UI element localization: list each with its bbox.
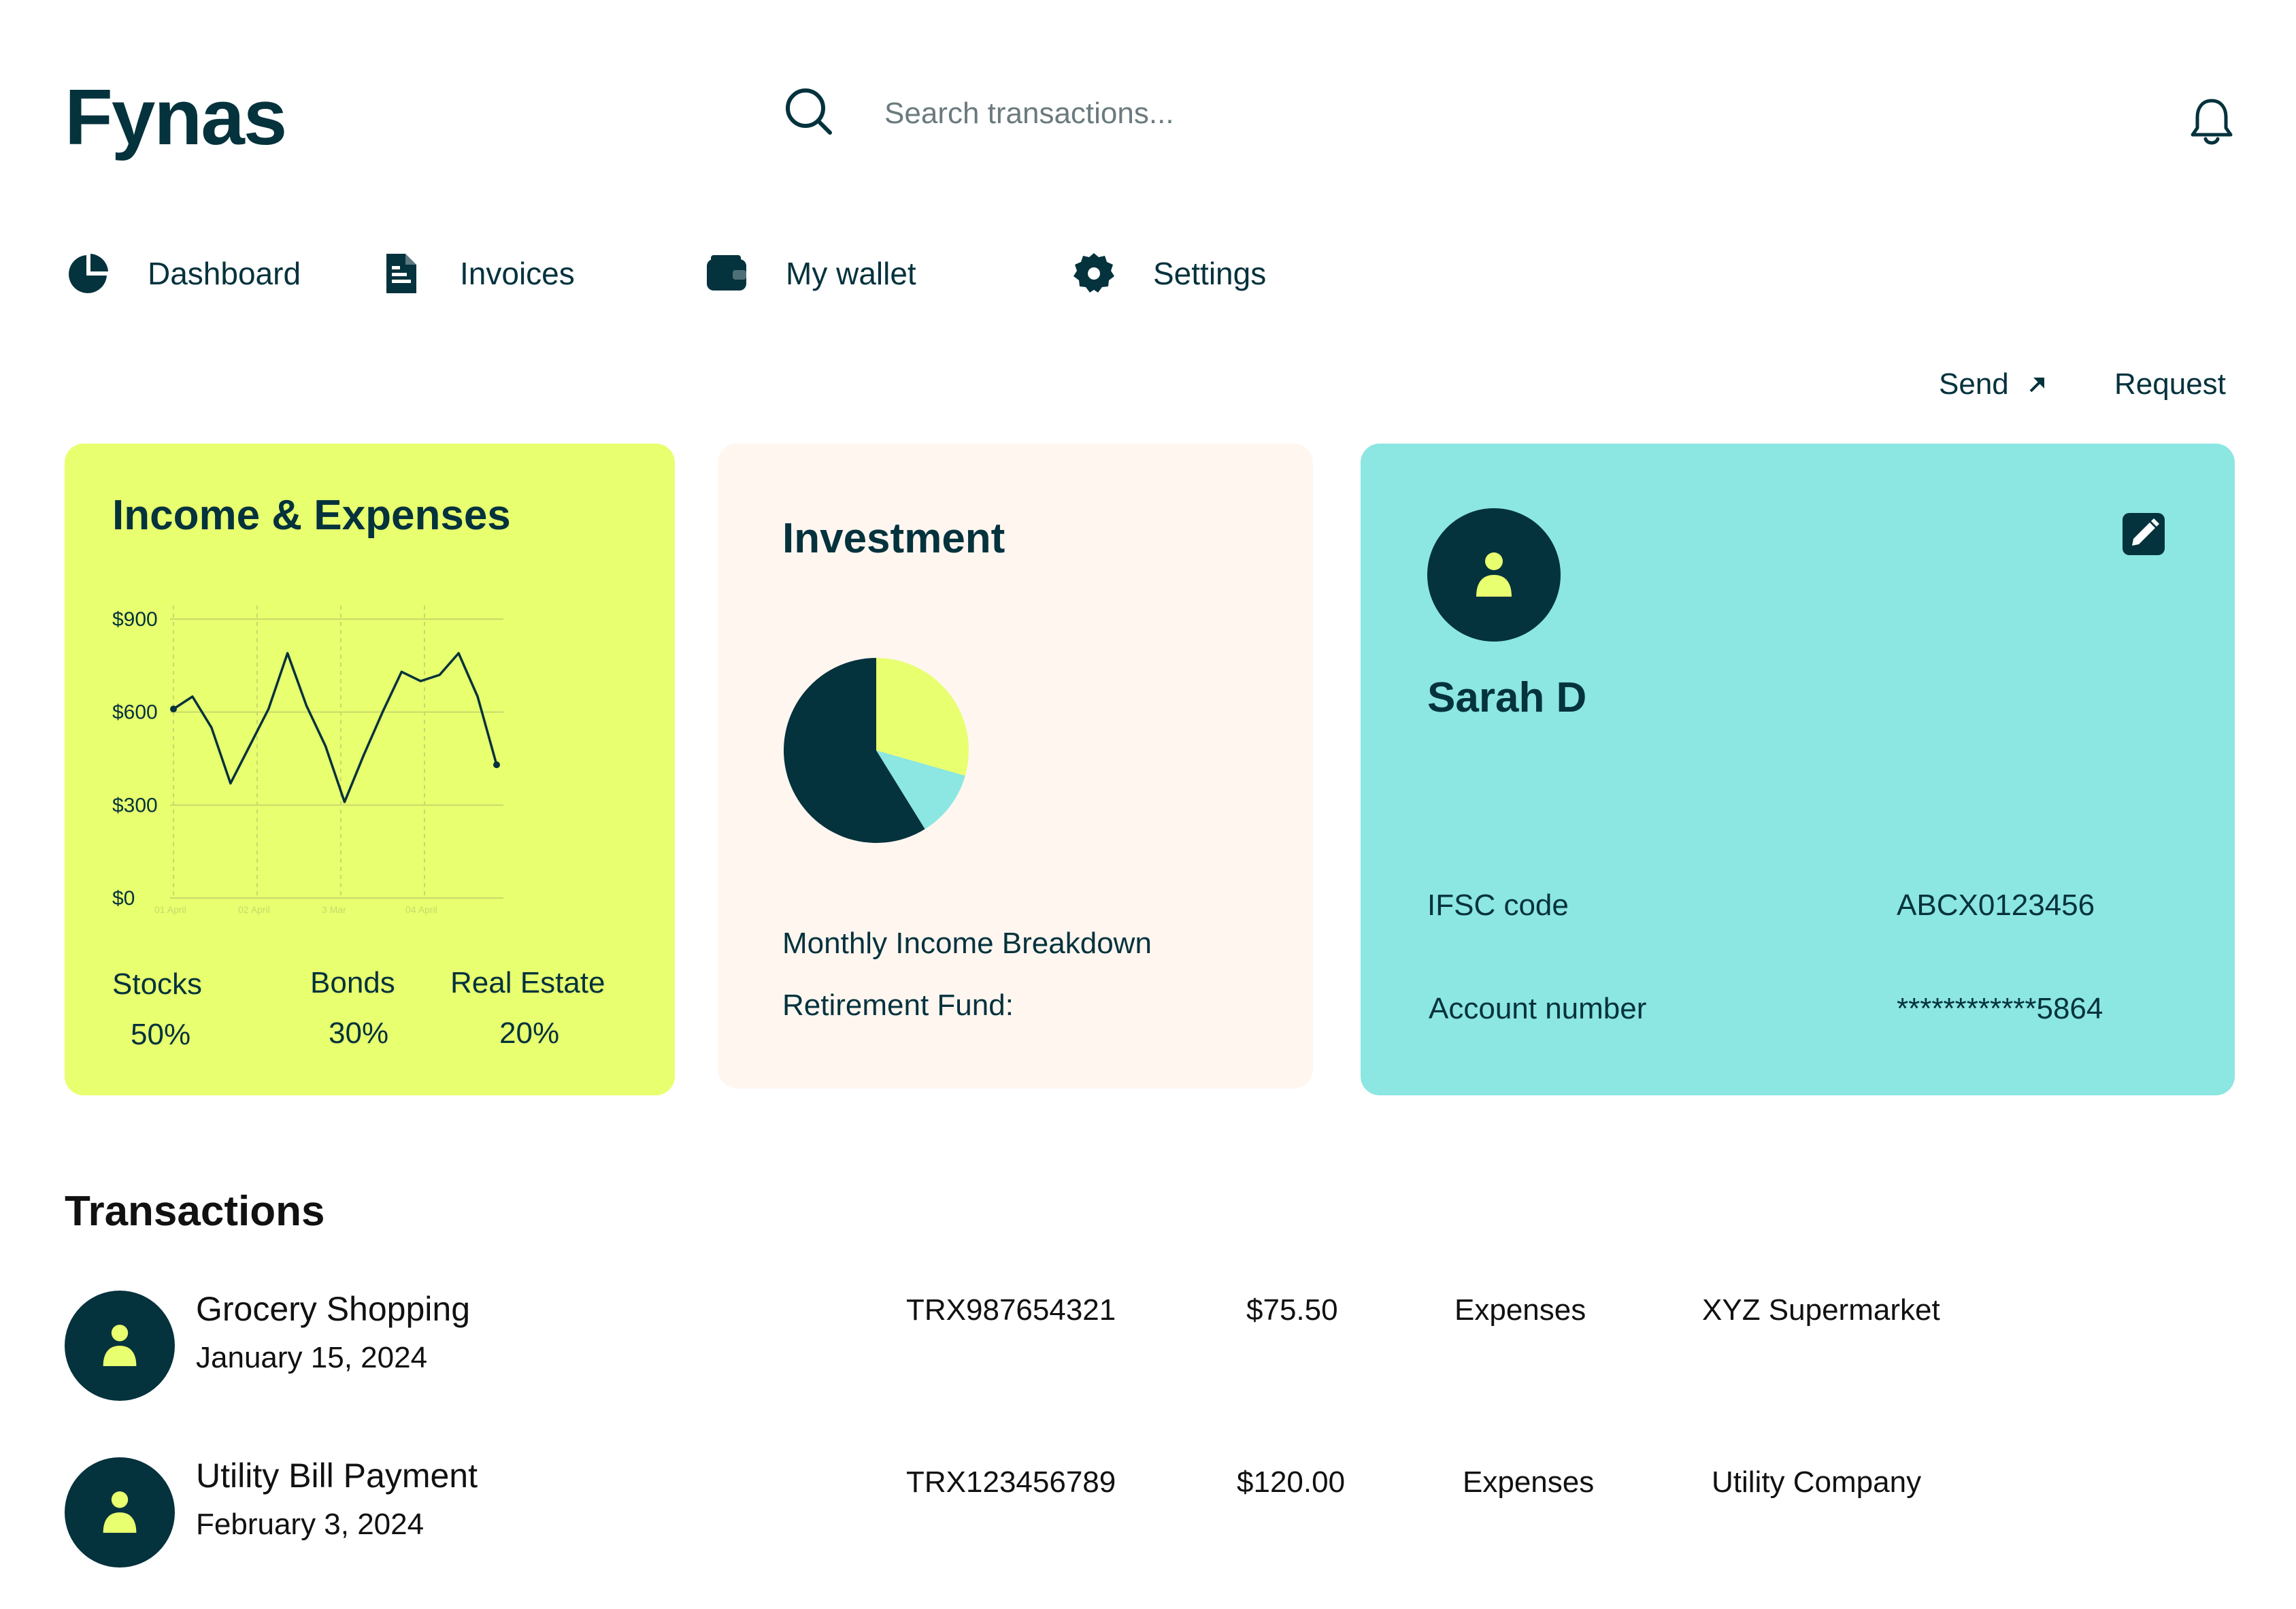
transaction-date: January 15, 2024	[196, 1341, 428, 1374]
user-icon	[103, 1491, 137, 1533]
document-icon	[386, 254, 416, 293]
pie-chart-icon	[69, 254, 108, 293]
request-button[interactable]: Request	[2114, 367, 2226, 401]
transaction-type: Expenses	[1463, 1465, 1595, 1499]
investment-pie-chart	[784, 658, 969, 843]
transaction-id: TRX123456789	[906, 1465, 1116, 1499]
x-tick-label: 04 April	[405, 904, 437, 915]
transaction-amount: $120.00	[1237, 1465, 1346, 1499]
nav-label: Settings	[1153, 256, 1267, 291]
arrow-up-right-icon	[2029, 378, 2044, 393]
nav-item-dashboard[interactable]: Dashboard	[66, 246, 301, 301]
ifsc-label: IFSC code	[1427, 889, 1569, 922]
nav-label: Dashboard	[148, 256, 301, 291]
transaction-date: February 3, 2024	[196, 1508, 425, 1541]
legend-label-real-estate: Real Estate	[450, 966, 605, 999]
transaction-amount: $75.50	[1246, 1293, 1338, 1327]
request-label: Request	[2114, 367, 2226, 401]
legend-percent-stocks: 50%	[131, 1018, 191, 1051]
legend-label-stocks: Stocks	[112, 967, 203, 1001]
y-tick-label: $0	[112, 887, 135, 910]
retirement-fund-label: Retirement Fund:	[782, 989, 1014, 1022]
income-line-chart: $0 $300 $600 $900 01 April 02 April 3 Mar 04 Ap…	[112, 606, 503, 915]
series-line	[173, 652, 498, 803]
monthly-income-breakdown-label: Monthly Income Breakdown	[782, 927, 1152, 960]
app-logo: Fynas	[65, 73, 287, 161]
profile-name: Sarah D	[1427, 674, 1587, 721]
send-label: Send	[1939, 367, 2009, 401]
edit-icon[interactable]	[2121, 512, 2166, 557]
legend-percent-bonds: 30%	[329, 1016, 389, 1050]
send-button[interactable]: Send	[1939, 367, 2048, 401]
income-card-title: Income & Expenses	[112, 492, 511, 539]
avatar	[65, 1457, 175, 1567]
legend-label-bonds: Bonds	[310, 966, 395, 999]
legend-percent-real-estate: 20%	[499, 1016, 560, 1050]
data-point	[493, 761, 500, 769]
transaction-merchant: Utility Company	[1712, 1465, 1922, 1499]
nav-item-settings[interactable]: Settings	[1071, 246, 1266, 301]
search-input[interactable]	[884, 90, 1837, 137]
bell-icon[interactable]	[2189, 97, 2234, 148]
y-tick-label: $600	[112, 701, 158, 724]
transaction-title: Utility Bill Payment	[196, 1457, 478, 1495]
wallet-icon	[707, 255, 746, 291]
avatar	[1427, 508, 1561, 642]
data-point	[170, 706, 177, 713]
search-icon[interactable]	[782, 85, 834, 137]
table-row[interactable]: Grocery Shopping January 15, 2024 TRX987…	[0, 1289, 2296, 1405]
avatar	[65, 1291, 175, 1401]
nav-item-invoices[interactable]: Invoices	[378, 246, 575, 301]
gear-icon	[1074, 253, 1114, 293]
nav-label: My wallet	[786, 256, 916, 291]
nav-label: Invoices	[460, 256, 575, 291]
transaction-id: TRX987654321	[906, 1293, 1116, 1327]
y-tick-label: $300	[112, 794, 158, 816]
transactions-heading: Transactions	[65, 1188, 325, 1235]
transaction-merchant: XYZ Supermarket	[1702, 1293, 1940, 1327]
y-tick-label: $900	[112, 608, 158, 631]
transaction-type: Expenses	[1454, 1293, 1586, 1327]
investment-card-title: Investment	[782, 515, 1005, 562]
ifsc-value: ABCX0123456	[1897, 889, 2095, 922]
nav-item-my-wallet[interactable]: My wallet	[704, 246, 916, 301]
table-row[interactable]: Utility Bill Payment February 3, 2024 TR…	[0, 1456, 2296, 1572]
user-icon	[103, 1325, 137, 1366]
account-number-value: ************5864	[1897, 992, 2103, 1025]
user-icon	[1476, 552, 1512, 597]
account-number-label: Account number	[1429, 992, 1647, 1025]
x-tick-label: 01 April	[154, 904, 186, 915]
x-tick-label: 3 Mar	[322, 904, 346, 915]
x-tick-label: 02 April	[238, 904, 270, 915]
transaction-title: Grocery Shopping	[196, 1290, 471, 1328]
